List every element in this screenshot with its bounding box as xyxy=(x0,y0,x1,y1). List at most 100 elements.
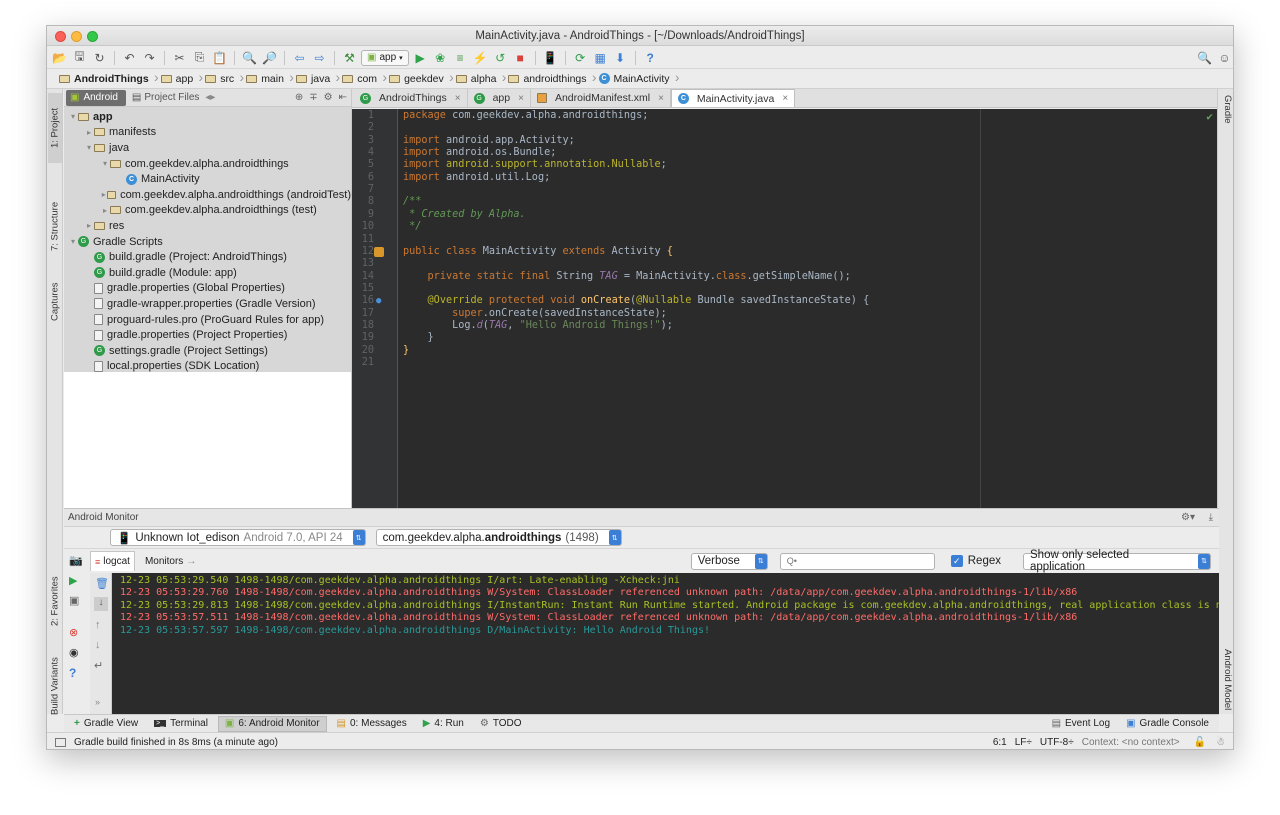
locate-icon[interactable]: ⊕ xyxy=(295,92,303,103)
editor-tab[interactable]: Gapp × xyxy=(468,89,531,107)
system-info-icon[interactable]: ▣ xyxy=(69,594,79,607)
file-encoding[interactable]: UTF-8÷ xyxy=(1040,737,1074,748)
tree-item[interactable]: ▾ G Gradle Scripts xyxy=(64,234,351,250)
gc-icon[interactable]: ◉ xyxy=(69,646,79,659)
avd-manager-icon[interactable]: 📱 xyxy=(542,49,559,66)
breadcrumb-item[interactable]: alpha xyxy=(452,69,506,88)
redo-icon[interactable]: ↷ xyxy=(141,49,158,66)
tree-item[interactable]: gradle.properties (Project Properties) xyxy=(64,327,351,343)
tree-item[interactable]: gradle.properties (Global Properties) xyxy=(64,281,351,297)
gradle-sync-icon[interactable]: ⟳ xyxy=(572,49,589,66)
tree-item[interactable]: Gbuild.gradle (Module: app) xyxy=(64,265,351,281)
run-button[interactable]: ▶ 4: Run xyxy=(417,716,470,732)
breadcrumb-item[interactable]: com xyxy=(338,69,387,88)
expanded-arrow-icon[interactable]: ▾ xyxy=(68,237,78,246)
editor-tab[interactable]: AndroidManifest.xml × xyxy=(531,89,671,107)
scroll-to-end-icon[interactable]: ↓ xyxy=(94,597,108,611)
tree-item[interactable]: local.properties (SDK Location) xyxy=(64,359,351,375)
search-everywhere-icon[interactable]: 🔍 xyxy=(1196,49,1213,66)
soft-wrap-icon[interactable]: ↵ xyxy=(94,659,103,672)
record-icon[interactable]: ▶ xyxy=(69,574,77,587)
breadcrumb-item[interactable]: AndroidThings xyxy=(55,69,158,88)
tab-switch-icon[interactable]: ◂▸ xyxy=(205,92,215,103)
breadcrumb-item[interactable]: C MainActivity xyxy=(595,69,680,88)
tree-item[interactable]: ▸ manifests xyxy=(64,125,351,141)
terminate-icon[interactable]: ⊗ xyxy=(69,626,78,639)
breadcrumb-item[interactable]: main xyxy=(242,69,294,88)
expanded-arrow-icon[interactable]: ▾ xyxy=(68,112,78,121)
tab-favorites[interactable]: 2: Favorites xyxy=(48,567,62,635)
close-tab-icon[interactable]: × xyxy=(782,93,788,104)
more-icon[interactable]: » xyxy=(95,697,100,707)
cut-icon[interactable]: ✂ xyxy=(171,49,188,66)
collapse-all-icon[interactable]: ∓ xyxy=(309,92,317,103)
make-project-icon[interactable]: ⚒ xyxy=(341,49,358,66)
cursor-position[interactable]: 6:1 xyxy=(993,737,1007,748)
tree-item[interactable]: ▾ java xyxy=(64,140,351,156)
replace-icon[interactable]: 🔎 xyxy=(261,49,278,66)
collapsed-arrow-icon[interactable]: ▸ xyxy=(100,206,110,215)
tree-item[interactable]: gradle-wrapper.properties (Gradle Versio… xyxy=(64,296,351,312)
down-arrow-icon[interactable]: ↓ xyxy=(95,639,101,651)
back-icon[interactable]: ⇦ xyxy=(291,49,308,66)
open-folder-icon[interactable]: 📂 xyxy=(51,49,68,66)
tree-item[interactable]: ▸ com.geekdev.alpha.androidthings (test) xyxy=(64,203,351,219)
help-icon[interactable]: ? xyxy=(642,49,659,66)
undo-icon[interactable]: ↶ xyxy=(121,49,138,66)
gear-icon[interactable]: ⚙▾ xyxy=(1181,512,1195,523)
breadcrumb-item[interactable]: java xyxy=(292,69,340,88)
tab-captures[interactable]: Captures xyxy=(48,274,62,329)
tree-item[interactable]: Gsettings.gradle (Project Settings) xyxy=(64,343,351,359)
sync-icon[interactable]: ↻ xyxy=(91,49,108,66)
tab-logcat[interactable]: ≡ logcat xyxy=(90,551,135,571)
run-icon[interactable]: ▶ xyxy=(412,49,429,66)
log-filter-select[interactable]: Show only selected application ⇅ xyxy=(1023,549,1211,573)
breadcrumb-item[interactable]: app xyxy=(157,69,203,88)
toggle-tool-windows-icon[interactable] xyxy=(55,737,66,747)
tree-item[interactable]: Gbuild.gradle (Project: AndroidThings) xyxy=(64,249,351,265)
run-configuration-select[interactable]: ▣ app ▾ xyxy=(361,49,409,66)
tree-item[interactable]: proguard-rules.pro (ProGuard Rules for a… xyxy=(64,312,351,328)
gradle-view-button[interactable]: + Gradle View xyxy=(68,716,144,732)
expanded-arrow-icon[interactable]: ▾ xyxy=(100,159,110,168)
regex-checkbox[interactable]: ✓ Regex xyxy=(950,555,1001,567)
save-all-icon[interactable]: 🖫 xyxy=(71,49,88,66)
inspector-icon[interactable]: ☃ xyxy=(1216,737,1225,748)
android-monitor-button[interactable]: ▣ 6: Android Monitor xyxy=(217,715,327,732)
stop-icon[interactable]: ■ xyxy=(512,49,529,66)
close-tab-icon[interactable]: × xyxy=(455,93,461,104)
tab-structure[interactable]: 7: Structure xyxy=(48,189,62,264)
close-tab-icon[interactable]: × xyxy=(658,93,664,104)
tab-build-variants[interactable]: Build Variants xyxy=(48,649,62,724)
messages-button[interactable]: ▤ 0: Messages xyxy=(331,716,413,732)
tree-item[interactable]: ▸ com.geekdev.alpha.androidthings (androi… xyxy=(64,187,351,203)
debug-icon[interactable]: ❀ xyxy=(432,49,449,66)
collapsed-arrow-icon[interactable]: ▸ xyxy=(84,221,94,230)
collapsed-arrow-icon[interactable]: ▸ xyxy=(84,128,94,137)
up-arrow-icon[interactable]: ↑ xyxy=(95,619,101,631)
sdk-manager-icon[interactable]: ⬇ xyxy=(612,49,629,66)
help-icon[interactable]: ? xyxy=(69,666,76,680)
log-level-select[interactable]: Verbose ⇅ xyxy=(690,552,768,570)
android-view-tab[interactable]: ▣ Android xyxy=(66,89,126,106)
tab-gradle[interactable]: Gradle xyxy=(1219,95,1233,145)
gradle-console-button[interactable]: ▣ Gradle Console xyxy=(1120,716,1215,732)
tree-item[interactable]: C MainActivity xyxy=(64,171,351,187)
attach-debugger-icon[interactable]: ≡ xyxy=(452,49,469,66)
user-icon[interactable]: ☺ xyxy=(1216,49,1233,66)
android-device-monitor-icon[interactable]: ▦ xyxy=(592,49,609,66)
code-editor[interactable]: ● 1 2 3 4 5 6 7 8 9 10 11 12 13 14 15 16 17 18 19 20 21 pack… xyxy=(352,109,1217,508)
tree-item[interactable]: ▾ app xyxy=(64,109,351,125)
breadcrumb-item[interactable]: src xyxy=(201,69,244,88)
project-files-tab[interactable]: ▤ Project Files xyxy=(132,92,199,103)
terminal-button[interactable]: >_ Terminal xyxy=(148,716,214,732)
paste-icon[interactable]: 📋 xyxy=(211,49,228,66)
breadcrumb-item[interactable]: androidthings xyxy=(504,69,597,88)
tab-monitors[interactable]: Monitors → xyxy=(141,551,200,571)
tab-project[interactable]: 1: Project xyxy=(48,93,62,163)
apply-changes-icon[interactable]: ⚡ xyxy=(472,49,489,66)
process-select[interactable]: com.geekdev.alpha. androidthings (1498) ⇅ xyxy=(375,529,622,546)
tab-android-model[interactable]: Android Model xyxy=(1219,649,1233,729)
find-icon[interactable]: 🔍 xyxy=(241,49,258,66)
editor-tab[interactable]: G AndroidThings × xyxy=(354,89,468,107)
